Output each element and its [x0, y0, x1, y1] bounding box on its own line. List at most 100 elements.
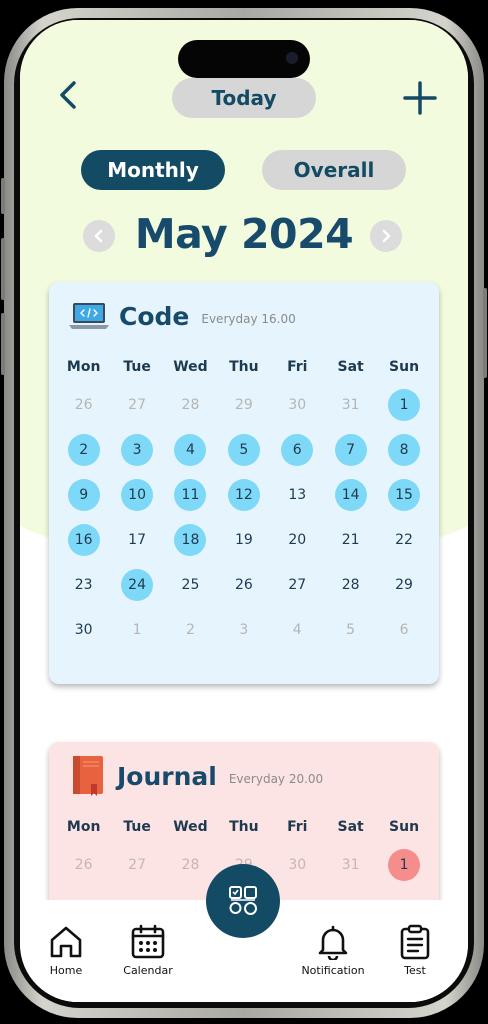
day-number: 2	[186, 621, 195, 638]
day-number: 21	[341, 531, 360, 548]
habit-card-header: Journal Everyday 20.00	[69, 756, 323, 796]
day-cell[interactable]: 29	[377, 569, 430, 601]
tab-home[interactable]: Home	[26, 924, 106, 977]
tab-monthly[interactable]: Monthly	[81, 150, 225, 190]
weekday-label: Sun	[389, 359, 420, 375]
week-row: 26 27 28 29 30 31 1	[57, 382, 431, 427]
day-number: 14	[334, 478, 367, 511]
day-number: 3	[121, 433, 154, 466]
day-cell-completed[interactable]: 10	[110, 478, 163, 511]
day-number: 4	[292, 621, 302, 638]
weekday-label: Mon	[66, 819, 101, 835]
tab-overall[interactable]: Overall	[262, 150, 406, 190]
day-cell[interactable]: 19	[217, 524, 270, 556]
tab-label: Test	[404, 964, 426, 977]
volume-down-button	[1, 313, 5, 375]
day-cell[interactable]: 26	[57, 849, 110, 881]
day-cell[interactable]: 28	[324, 569, 377, 601]
day-cell[interactable]: 4	[271, 614, 324, 646]
habit-card-header: Code Everyday 16.00	[69, 296, 296, 336]
day-number: 20	[288, 531, 307, 548]
day-cell[interactable]: 20	[271, 524, 324, 556]
tab-label: Calendar	[123, 964, 173, 977]
tab-calendar[interactable]: Calendar	[108, 924, 188, 977]
day-number: 5	[346, 621, 356, 638]
chevron-left-icon[interactable]	[56, 80, 80, 110]
weekday-label: Sat	[337, 359, 364, 375]
day-number: 30	[288, 396, 307, 413]
day-cell[interactable]: 26	[217, 569, 270, 601]
day-cell-completed[interactable]: 7	[324, 433, 377, 466]
day-cell[interactable]: 3	[217, 614, 270, 646]
day-cell-completed[interactable]: 3	[110, 433, 163, 466]
day-cell-completed[interactable]: 4	[164, 433, 217, 466]
day-cell[interactable]: 6	[377, 614, 430, 646]
day-cell-completed[interactable]: 9	[57, 478, 110, 511]
tab-test[interactable]: Test	[375, 924, 455, 977]
day-number: 17	[128, 531, 146, 548]
next-month-button[interactable]	[370, 220, 402, 252]
day-cell[interactable]: 29	[217, 389, 270, 421]
day-cell[interactable]: 13	[271, 479, 324, 511]
weekday-label: Thu	[229, 819, 259, 835]
chevron-left-icon	[94, 229, 103, 243]
day-cell-completed[interactable]: 1	[377, 848, 430, 881]
day-cell[interactable]: 27	[110, 389, 163, 421]
day-cell[interactable]: 30	[271, 849, 324, 881]
day-cell[interactable]: 23	[57, 569, 110, 601]
day-cell-completed[interactable]: 18	[164, 523, 217, 556]
day-cell[interactable]: 26	[57, 389, 110, 421]
day-number: 10	[121, 478, 154, 511]
day-cell[interactable]: 30	[271, 389, 324, 421]
habits-fab-button[interactable]	[206, 864, 280, 938]
week-row: 2345678	[57, 427, 431, 472]
calendar-icon	[131, 924, 165, 959]
day-cell[interactable]: 27	[110, 849, 163, 881]
day-number: 13	[288, 486, 307, 503]
day-cell-completed[interactable]: 14	[324, 478, 377, 511]
weekday-label: Sat	[337, 819, 364, 835]
day-cell-completed[interactable]: 16	[57, 523, 110, 556]
day-cell[interactable]: 1	[110, 614, 163, 646]
chevron-right-icon	[382, 229, 391, 243]
day-cell-completed[interactable]: 12	[217, 478, 270, 511]
weekday-label: Mon	[66, 359, 101, 375]
day-number: 26	[74, 396, 93, 413]
day-cell[interactable]: 21	[324, 524, 377, 556]
day-cell[interactable]: 25	[164, 569, 217, 601]
weekday-label: Wed	[173, 359, 208, 375]
day-cell[interactable]: 17	[110, 524, 163, 556]
habit-card-code[interactable]: Code Everyday 16.00 Mon Tue Wed Thu Fri Sat Su…	[49, 282, 439, 684]
day-cell[interactable]: 5	[324, 614, 377, 646]
day-cell-completed[interactable]: 8	[377, 433, 430, 466]
day-number: 11	[174, 478, 207, 511]
week-row: 30 1 2 3 4 5 6	[57, 607, 431, 652]
day-cell-completed[interactable]: 1	[377, 388, 430, 421]
tab-notification[interactable]: Notification	[293, 924, 373, 977]
plus-icon[interactable]	[402, 80, 438, 116]
day-number: 6	[399, 621, 409, 638]
day-cell-completed[interactable]: 5	[217, 433, 270, 466]
day-cell[interactable]: 28	[164, 389, 217, 421]
day-cell[interactable]: 2	[164, 614, 217, 646]
day-cell[interactable]: 31	[324, 849, 377, 881]
day-cell[interactable]: 22	[377, 524, 430, 556]
power-button	[483, 288, 487, 378]
day-number: 1	[132, 621, 142, 638]
day-cell[interactable]: 27	[271, 569, 324, 601]
day-number: 27	[288, 576, 307, 593]
day-cell-completed[interactable]: 24	[110, 568, 163, 601]
weekday-label: Thu	[229, 359, 259, 375]
prev-month-button[interactable]	[83, 220, 115, 252]
screen: Today Monthly Overall May 2024 Code Ever…	[20, 20, 468, 1002]
day-number: 27	[128, 396, 146, 413]
day-cell[interactable]: 30	[57, 614, 110, 646]
day-cell-completed[interactable]: 2	[57, 433, 110, 466]
day-cell-completed[interactable]: 15	[377, 478, 430, 511]
today-button[interactable]: Today	[172, 78, 316, 118]
day-cell-completed[interactable]: 11	[164, 478, 217, 511]
day-cell[interactable]: 28	[164, 849, 217, 881]
day-cell-completed[interactable]: 6	[271, 433, 324, 466]
day-number: 15	[388, 478, 421, 511]
day-cell[interactable]: 31	[324, 389, 377, 421]
